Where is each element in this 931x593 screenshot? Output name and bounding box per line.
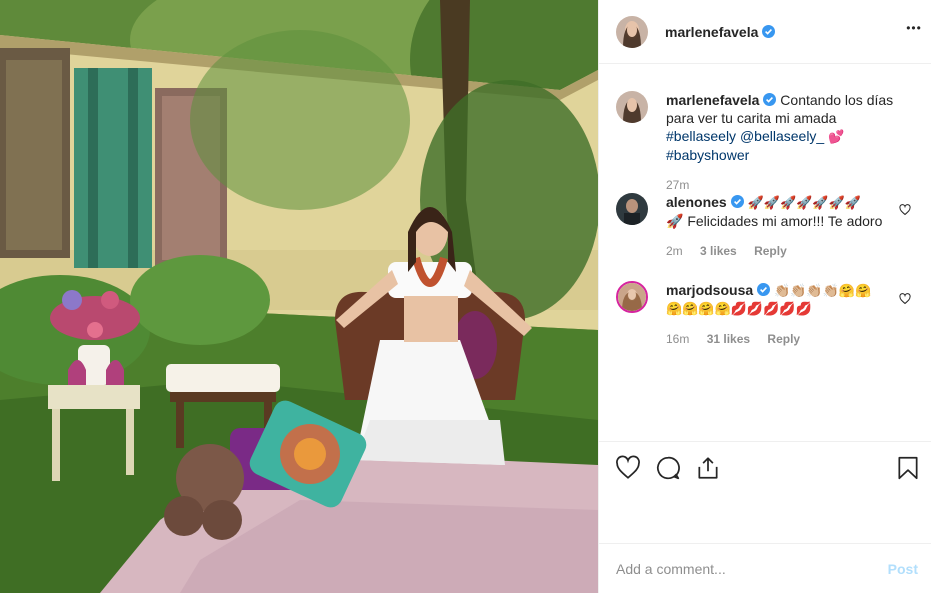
comment-time[interactable]: 16m — [666, 332, 689, 346]
verified-badge-icon — [762, 25, 776, 38]
comment-text: 🤗🤗🤗🤗💋💋💋💋💋 — [666, 301, 812, 316]
post-header: marlenefavela ••• — [599, 0, 931, 64]
comment-item: alenones 🚀🚀🚀🚀🚀🚀🚀 🚀 Felicidades mi amor!!… — [616, 193, 916, 263]
commenter-avatar[interactable] — [616, 281, 648, 313]
commenter-avatar[interactable] — [616, 193, 648, 225]
comment-input[interactable] — [616, 560, 866, 577]
comments-list: marlenefavela Contando los días para ver… — [599, 65, 931, 441]
caption: marlenefavela Contando los días para ver… — [616, 91, 916, 192]
verified-badge-icon — [763, 92, 777, 106]
caption-username[interactable]: marlenefavela — [666, 92, 759, 108]
like-comment-heart-icon[interactable] — [899, 203, 911, 216]
caption-avatar[interactable] — [616, 91, 648, 123]
commenter-username[interactable]: alenones — [666, 194, 727, 210]
comment-emojis: 🚀🚀🚀🚀🚀🚀🚀 — [747, 195, 861, 210]
author-username[interactable]: marlenefavela — [665, 24, 758, 40]
comment-meta: 2m 3 likes Reply — [666, 242, 906, 260]
commenter-username[interactable]: marjodsousa — [666, 282, 753, 298]
verified-badge-icon — [757, 282, 771, 296]
share-icon[interactable] — [695, 455, 721, 481]
bookmark-icon[interactable] — [895, 455, 921, 481]
post-sidebar: marlenefavela ••• marlenefavela Contando… — [598, 0, 931, 593]
comment-text: 🚀 Felicidades mi amor!!! Te adoro — [666, 213, 883, 229]
hashtag-link[interactable]: #babyshower — [666, 147, 749, 163]
comment-time[interactable]: 2m — [666, 244, 683, 258]
comment-likes[interactable]: 3 likes — [700, 244, 737, 258]
author-avatar[interactable] — [616, 15, 648, 48]
more-options-button[interactable]: ••• — [906, 22, 922, 40]
comment-likes[interactable]: 31 likes — [707, 332, 750, 346]
heart-icon[interactable] — [615, 455, 641, 481]
caption-meta: 27m — [666, 176, 906, 194]
verified-badge-icon — [730, 194, 744, 208]
caption-emoji: 💕 — [828, 129, 845, 144]
comment-emojis: 👏🏼👏🏼👏🏼👏🏼🤗🤗 — [774, 283, 872, 298]
add-comment-bar: Post — [599, 543, 931, 593]
post-actions — [599, 441, 931, 491]
post-comment-button[interactable]: Post — [888, 561, 918, 577]
reply-button[interactable]: Reply — [754, 244, 787, 258]
comment-item: marjodsousa 👏🏼👏🏼👏🏼👏🏼🤗🤗 🤗🤗🤗🤗💋💋💋💋💋 16m 31 … — [616, 281, 916, 351]
post-photo[interactable] — [0, 0, 598, 593]
mention-link[interactable]: @bellaseely_ — [740, 128, 824, 144]
like-comment-heart-icon[interactable] — [899, 292, 911, 305]
hashtag-link[interactable]: #bellaseely — [666, 128, 736, 144]
comment-meta: 16m 31 likes Reply — [666, 330, 906, 348]
comment-icon[interactable] — [655, 455, 681, 481]
reply-button[interactable]: Reply — [767, 332, 800, 346]
caption-time[interactable]: 27m — [666, 178, 689, 192]
